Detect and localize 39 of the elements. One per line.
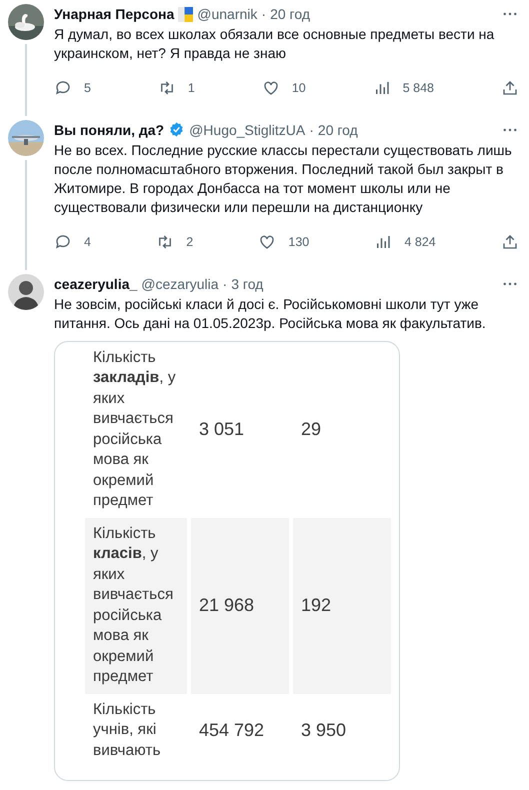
reply-icon[interactable] [54, 79, 72, 98]
table-cell-text: Кількість закладів, у яких вивчається російська мова як окремий предмет [92, 348, 177, 511]
post-time[interactable]: 20 год [270, 4, 310, 24]
user-name[interactable]: Вы поняли, да? [54, 120, 164, 140]
user-handle[interactable]: @unarnik [197, 4, 258, 24]
user-handle[interactable]: @cezaryulia [141, 274, 219, 294]
separator-dot: · [309, 120, 314, 140]
share-icon[interactable] [500, 232, 519, 251]
user-handle[interactable]: @Hugo_StiglitzUA [189, 120, 306, 140]
table-cell-text: 29 [300, 418, 322, 442]
stat-count: 2 [186, 234, 194, 251]
table-cell: 21 968 [191, 518, 289, 694]
post-time[interactable]: 3 год [231, 274, 264, 294]
table-cell: 192 [293, 518, 391, 694]
separator-dot: · [261, 5, 266, 24]
like-icon[interactable] [262, 79, 280, 98]
table-cell: Кількість класів, у яких вивчається російська мова як окремий предмет [85, 518, 187, 694]
stat-count: 5 [84, 80, 91, 97]
stat-count: 4 824 [404, 234, 436, 251]
user-name[interactable]: ceazeryulia_ [54, 274, 138, 294]
stat-count: 1 [188, 80, 195, 97]
table-cell-text: 3 950 [300, 719, 348, 742]
separator-dot: · [222, 274, 228, 294]
stat-count: 10 [292, 80, 306, 97]
reply-icon[interactable] [54, 233, 72, 252]
table-cell-text: 454 792 [198, 719, 266, 742]
stat-count: 5 848 [402, 80, 434, 97]
avatar-icon[interactable] [8, 274, 44, 310]
post-text: Не во всех. Последние русские классы перестали существовать лишь после полномасштабного вторжения. Последний такой был закрыт в Житомире. В городах Донбасса на тот момент школы или не существовали физически или перешли на дистанционку [54, 140, 513, 217]
like-icon[interactable] [258, 233, 276, 252]
table-cell-text: 3 051 [198, 418, 246, 442]
share-icon[interactable] [500, 79, 519, 97]
table-cell-text: Кількість учнів, які вивчають [92, 700, 162, 760]
stat-count: 130 [288, 234, 310, 251]
post-text: Я думал, во всех школах обязали все основные предметы вести на украинском, нет? Я правда не знаю [54, 25, 496, 63]
post-time[interactable]: 20 год [318, 120, 358, 140]
stat-count: 4 [84, 234, 91, 251]
user-name[interactable]: Унарная Персона [54, 4, 174, 24]
post-text: Не зовсім, російські класи й досі є. Російськомовні школи тут уже питання. Ось дані на 01.05.2023р. Російська мова як факультатив. [54, 294, 487, 332]
